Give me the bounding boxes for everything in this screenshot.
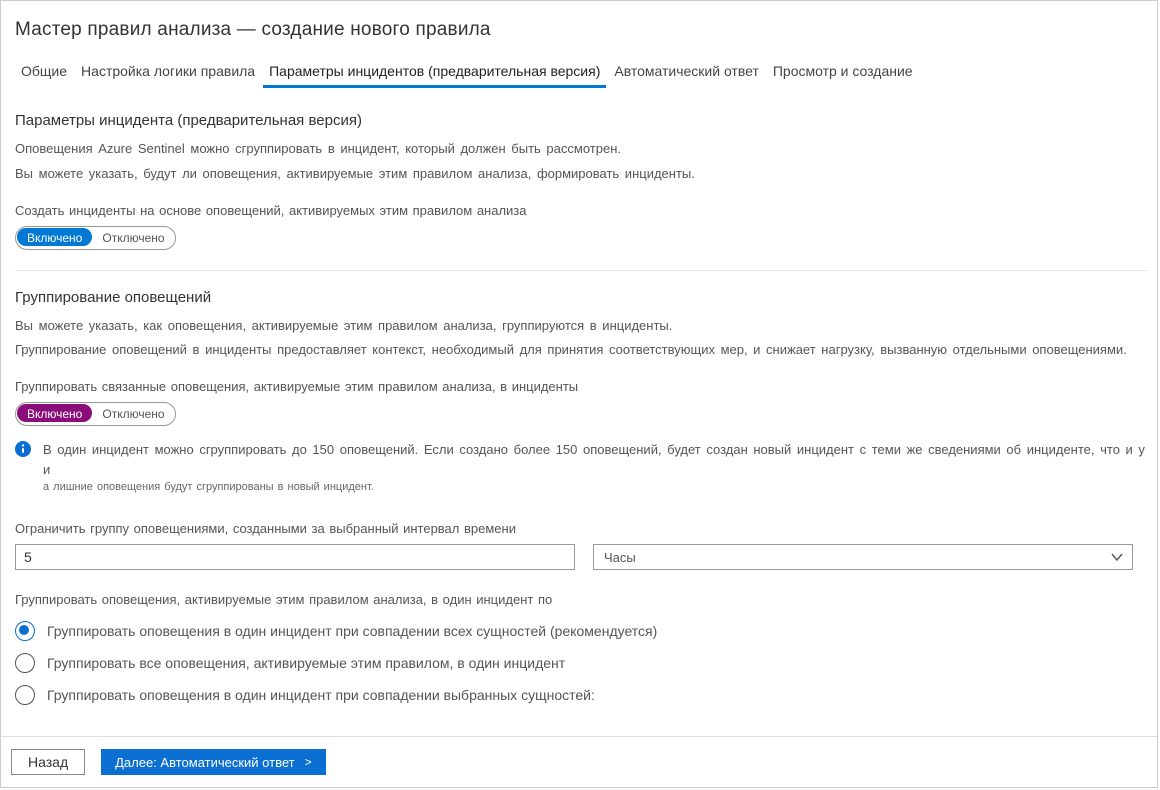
section-incident-desc2: Вы можете указать, будут ли оповещения, … xyxy=(15,164,1147,185)
group-related-label: Группировать связанные оповещения, актив… xyxy=(15,379,1147,394)
page-title: Мастер правил анализа — создание нового … xyxy=(15,19,1147,41)
toggle-on[interactable]: Включено xyxy=(17,228,92,246)
section-incident-title: Параметры инцидента (предварительная вер… xyxy=(15,112,1147,129)
wizard-frame: Мастер правил анализа — создание нового … xyxy=(0,0,1158,788)
time-value-input[interactable] xyxy=(15,544,575,570)
group-by-radio-group: Группировать оповещения в один инцидент … xyxy=(15,615,1147,711)
info-icon xyxy=(15,441,31,457)
back-button[interactable]: Назад xyxy=(11,749,85,775)
section-grouping-desc2: Группирование оповещений в инциденты пре… xyxy=(15,340,1147,361)
time-row: Часы xyxy=(15,544,1147,570)
tabs: Общие Настройка логики правила Параметры… xyxy=(11,59,1147,88)
chevron-right-icon: > xyxy=(305,755,312,769)
toggle-on[interactable]: Включено xyxy=(17,404,92,422)
radio-label: Группировать оповещения в один инцидент … xyxy=(47,623,657,639)
time-unit-select[interactable]: Часы xyxy=(593,544,1133,570)
header: Мастер правил анализа — создание нового … xyxy=(1,1,1157,88)
next-button-label: Далее: Автоматический ответ xyxy=(115,755,294,770)
radio-option-all-entities[interactable]: Группировать оповещения в один инцидент … xyxy=(15,615,1147,647)
time-unit-value: Часы xyxy=(604,550,636,565)
next-button[interactable]: Далее: Автоматический ответ > xyxy=(101,749,325,775)
footer: Назад Далее: Автоматический ответ > xyxy=(1,736,1157,787)
tab-incident-settings[interactable]: Параметры инцидентов (предварительная ве… xyxy=(263,59,606,88)
info-text-main: В один инцидент можно сгруппировать до 1… xyxy=(43,440,1147,479)
radio-icon xyxy=(15,685,35,705)
tab-auto-response[interactable]: Автоматический ответ xyxy=(608,59,764,88)
chevron-down-icon xyxy=(1110,550,1124,564)
group-related-toggle[interactable]: Включено Отключено xyxy=(15,402,176,426)
radio-option-all-alerts[interactable]: Группировать все оповещения, активируемы… xyxy=(15,647,1147,679)
tab-general[interactable]: Общие xyxy=(15,59,73,88)
divider xyxy=(15,270,1147,271)
info-text: В один инцидент можно сгруппировать до 1… xyxy=(43,440,1147,493)
radio-label: Группировать все оповещения, активируемы… xyxy=(47,655,565,671)
radio-label: Группировать оповещения в один инцидент … xyxy=(47,687,595,703)
section-grouping-title: Группирование оповещений xyxy=(15,289,1147,306)
time-limit-label: Ограничить группу оповещениями, созданны… xyxy=(15,521,1147,536)
content: Параметры инцидента (предварительная вер… xyxy=(1,88,1157,736)
info-text-sub: а лишние оповещения будут сгруппированы … xyxy=(43,481,1147,493)
radio-option-selected-entities[interactable]: Группировать оповещения в один инцидент … xyxy=(15,679,1147,711)
toggle-off[interactable]: Отключено xyxy=(92,227,174,249)
tab-review-create[interactable]: Просмотр и создание xyxy=(767,59,919,88)
create-incidents-toggle[interactable]: Включено Отключено xyxy=(15,226,176,250)
create-incidents-label: Создать инциденты на основе оповещений, … xyxy=(15,203,1147,218)
section-grouping-desc1: Вы можете указать, как оповещения, актив… xyxy=(15,316,1147,337)
toggle-off[interactable]: Отключено xyxy=(92,403,174,425)
tab-rule-logic[interactable]: Настройка логики правила xyxy=(75,59,261,88)
section-incident-desc1: Оповещения Azure Sentinel можно сгруппир… xyxy=(15,139,1147,160)
info-row: В один инцидент можно сгруппировать до 1… xyxy=(15,440,1147,493)
group-by-label: Группировать оповещения, активируемые эт… xyxy=(15,592,1147,607)
radio-icon xyxy=(15,653,35,673)
radio-icon xyxy=(15,621,35,641)
